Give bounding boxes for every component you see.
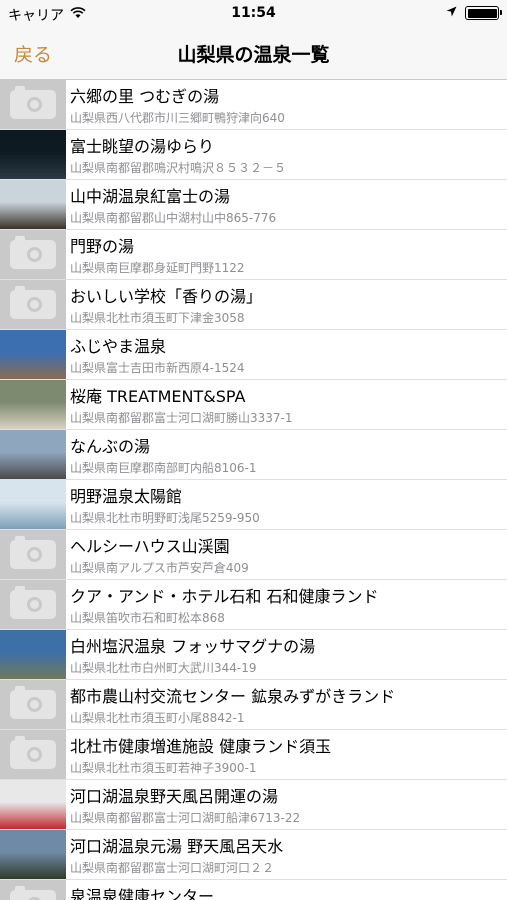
list-item[interactable]: 北杜市健康増進施設 健康ランド須玉山梨県北杜市須玉町若神子3900-1 [0, 730, 507, 780]
thumbnail-image [0, 480, 66, 529]
status-bar: キャリア 11:54 [0, 0, 507, 28]
thumbnail-image [0, 630, 66, 679]
onsen-address: 山梨県南巨摩郡身延町門野1122 [70, 261, 245, 275]
page-title: 山梨県の温泉一覧 [177, 44, 330, 66]
onsen-address: 山梨県南都留郡山中湖村山中865-776 [70, 211, 277, 225]
thumbnail-image [0, 380, 66, 429]
onsen-address: 山梨県富士吉田市新西原4-1524 [70, 361, 245, 375]
list-item[interactable]: 六郷の里 つむぎの湯山梨県西八代郡市川三郷町鴨狩津向640 [0, 80, 507, 130]
onsen-name: 山中湖温泉紅富士の湯 [70, 187, 231, 206]
status-right [446, 5, 502, 21]
list-item[interactable]: 門野の湯山梨県南巨摩郡身延町門野1122 [0, 230, 507, 280]
onsen-address: 山梨県南都留郡鳴沢村鳴沢８５３２－５ [70, 161, 287, 175]
list-item[interactable]: ヘルシーハウス山渓園山梨県南アルプス市芦安芦倉409 [0, 530, 507, 580]
onsen-address: 山梨県南都留郡富士河口湖町勝山3337-1 [70, 411, 293, 425]
camera-icon [0, 880, 66, 900]
thumbnail-image [0, 130, 66, 179]
onsen-address: 山梨県北杜市須玉町若神子3900-1 [70, 761, 257, 775]
onsen-address: 山梨県北杜市白州町大武川344-19 [70, 661, 257, 675]
onsen-name: ヘルシーハウス山渓園 [70, 537, 230, 556]
list-item[interactable]: 桜庵 TREATMENT&SPA 山梨県南都留郡富士河口湖町勝山3337-1 [0, 380, 507, 430]
onsen-name: クア・アンド・ホテル石和 石和健康ランド [70, 587, 379, 606]
thumbnail-image [0, 330, 66, 379]
camera-icon [0, 230, 66, 279]
onsen-name: 北杜市健康増進施設 健康ランド須玉 [70, 737, 332, 756]
thumbnail-image [0, 830, 66, 879]
onsen-name: 六郷の里 つむぎの湯 [70, 87, 220, 106]
onsen-address: 山梨県北杜市須玉町小尾8842-1 [70, 711, 245, 725]
list-item[interactable]: おいしい学校「香りの湯」山梨県北杜市須玉町下津金3058 [0, 280, 507, 330]
onsen-address: 山梨県西八代郡市川三郷町鴨狩津向640 [70, 111, 285, 125]
onsen-name: 河口湖温泉元湯 野天風呂天水 [70, 837, 284, 856]
onsen-name: 桜庵 TREATMENT&SPA [70, 387, 246, 406]
onsen-name: 富士眺望の湯ゆらり [70, 137, 215, 156]
thumbnail-image [0, 780, 66, 829]
camera-icon [0, 530, 66, 579]
location-arrow-icon [446, 5, 457, 21]
list-item[interactable]: 河口湖温泉野天風呂開運の湯山梨県南都留郡富士河口湖町船津6713-22 [0, 780, 507, 830]
onsen-name: 河口湖温泉野天風呂開運の湯 [70, 787, 279, 806]
list-item[interactable]: なんぶの湯山梨県南巨摩郡南部町内船8106-1 [0, 430, 507, 480]
onsen-name: なんぶの湯 [70, 437, 151, 456]
battery-icon [465, 6, 502, 20]
list-item[interactable]: 都市農山村交流センター 鉱泉みずがきランド山梨県北杜市須玉町小尾8842-1 [0, 680, 507, 730]
onsen-name: 泉温泉健康センター [70, 887, 215, 900]
onsen-list: 六郷の里 つむぎの湯 山梨県西八代郡市川三郷町鴨狩津向640 富士眺望の湯ゆらり 山梨… [0, 80, 507, 900]
nav-bar: 戻る 山梨県の温泉一覧 [0, 28, 507, 80]
list-item[interactable]: 泉温泉健康センター [0, 880, 507, 900]
onsen-address: 山梨県北杜市須玉町下津金3058 [70, 311, 245, 325]
list-item[interactable]: 富士眺望の湯ゆらり山梨県南都留郡鳴沢村鳴沢８５３２－５ [0, 130, 507, 180]
list-item[interactable]: 明野温泉太陽館山梨県北杜市明野町浅尾5259-950 [0, 480, 507, 530]
thumbnail-image [0, 180, 66, 229]
onsen-name: 白州塩沢温泉 フォッサマグナの湯 [70, 637, 316, 656]
onsen-address: 山梨県南都留郡富士河口湖町船津6713-22 [70, 811, 301, 825]
list-item[interactable]: クア・アンド・ホテル石和 石和健康ランド山梨県笛吹市石和町松本868 [0, 580, 507, 630]
onsen-name: 明野温泉太陽館 [70, 487, 183, 506]
onsen-address: 山梨県南都留郡富士河口湖町河口２２ [70, 861, 275, 875]
onsen-name: 門野の湯 [70, 237, 135, 256]
status-time: 11:54 [231, 5, 276, 21]
onsen-address: 山梨県笛吹市石和町松本868 [70, 611, 225, 625]
onsen-name: ふじやま温泉 [70, 337, 167, 356]
camera-icon [0, 80, 66, 129]
camera-icon [0, 730, 66, 779]
onsen-name: 都市農山村交流センター 鉱泉みずがきランド [70, 687, 396, 706]
list-item[interactable]: 山中湖温泉紅富士の湯山梨県南都留郡山中湖村山中865-776 [0, 180, 507, 230]
onsen-address: 山梨県南アルプス市芦安芦倉409 [70, 561, 249, 575]
camera-icon [0, 280, 66, 329]
camera-icon [0, 680, 66, 729]
list-item[interactable]: 白州塩沢温泉 フォッサマグナの湯山梨県北杜市白州町大武川344-19 [0, 630, 507, 680]
list-item[interactable]: ふじやま温泉山梨県富士吉田市新西原4-1524 [0, 330, 507, 380]
list-item[interactable]: 河口湖温泉元湯 野天風呂天水山梨県南都留郡富士河口湖町河口２２ [0, 830, 507, 880]
onsen-address: 山梨県北杜市明野町浅尾5259-950 [70, 511, 260, 525]
camera-icon [0, 580, 66, 629]
thumbnail-image [0, 430, 66, 479]
onsen-address: 山梨県南巨摩郡南部町内船8106-1 [70, 461, 257, 475]
onsen-name: おいしい学校「香りの湯」 [70, 287, 263, 306]
